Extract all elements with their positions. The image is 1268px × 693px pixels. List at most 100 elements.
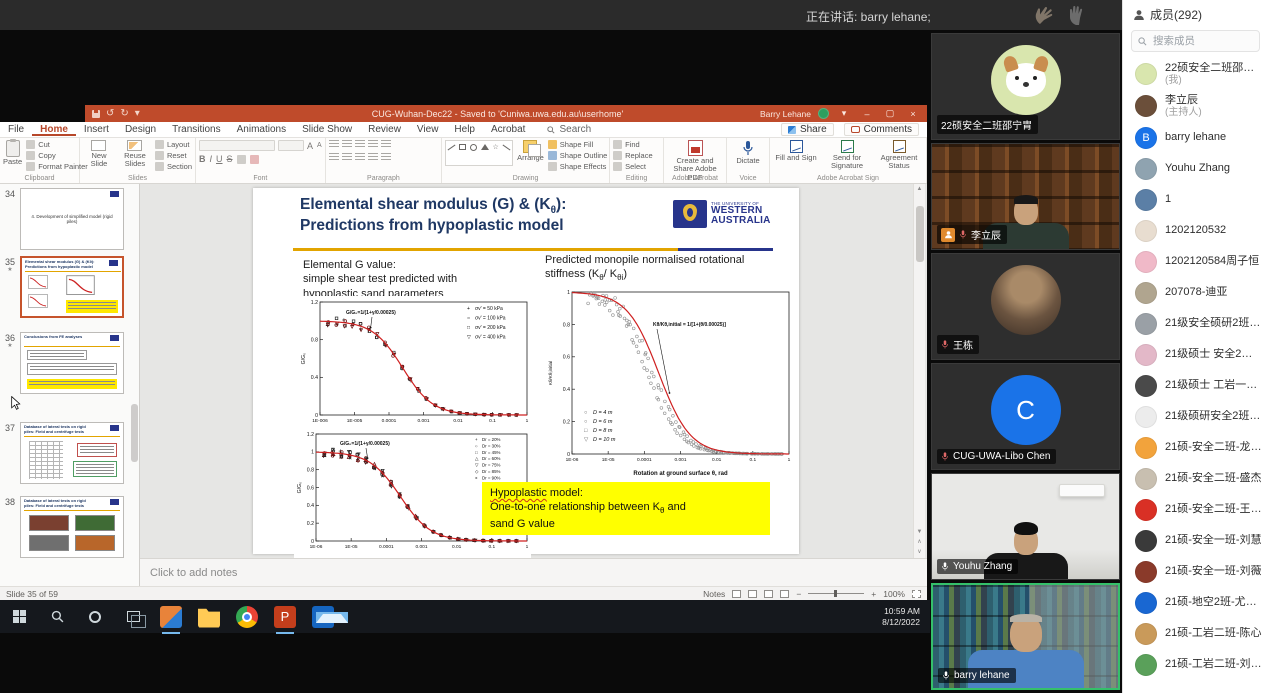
previous-slide-button[interactable]: ∧ bbox=[917, 538, 921, 545]
thumbnail-row-35[interactable]: 35★Elemental shear modulus (G) & (Kθ): P… bbox=[0, 256, 124, 318]
canvas-scrollbar[interactable]: ▲ ▼ ∧ ∨ bbox=[913, 184, 925, 558]
align-left-icon[interactable] bbox=[329, 153, 339, 161]
decrease-indent-icon[interactable] bbox=[355, 140, 365, 148]
align-right-icon[interactable] bbox=[355, 153, 365, 161]
grow-font-button[interactable]: A bbox=[307, 141, 313, 151]
slide-thumbnail-35[interactable]: Elemental shear modulus (G) & (Kθ): Pred… bbox=[20, 256, 124, 318]
reuse-slides-button[interactable]: Reuse Slides bbox=[119, 140, 151, 168]
taskbar-app-chrome[interactable] bbox=[228, 600, 266, 633]
character-spacing-icon[interactable] bbox=[237, 155, 246, 164]
send-for-signature-button[interactable]: Send for Signature bbox=[823, 140, 871, 171]
tab-view[interactable]: View bbox=[409, 123, 447, 136]
slide-thumbnail-34[interactable]: 4. Development of simplified model (rigi… bbox=[20, 188, 124, 250]
bold-button[interactable]: B bbox=[199, 154, 206, 164]
scroll-up-icon[interactable]: ▲ bbox=[917, 186, 923, 192]
user-avatar[interactable] bbox=[818, 108, 829, 119]
shrink-font-button[interactable]: A bbox=[317, 142, 322, 149]
tab-animations[interactable]: Animations bbox=[229, 123, 294, 136]
member-row-14[interactable]: 21硕-安全二班-王昌昊 bbox=[1123, 494, 1268, 525]
undo-icon[interactable]: ↺ bbox=[106, 108, 114, 119]
member-row-10[interactable]: 21级硕士 工岩一班张依杰 bbox=[1123, 370, 1268, 401]
paste-button[interactable]: Paste bbox=[3, 140, 22, 166]
shape-outline-button[interactable]: Shape Outline bbox=[548, 151, 608, 160]
italic-button[interactable]: I bbox=[210, 154, 213, 164]
tab-home[interactable]: Home bbox=[32, 123, 76, 136]
member-row-1[interactable]: 李立辰(主持人) bbox=[1123, 90, 1268, 122]
normal-view-button[interactable] bbox=[732, 590, 741, 598]
underline-button[interactable]: U bbox=[216, 154, 223, 164]
notes-pane[interactable]: Click to add notes bbox=[140, 558, 927, 586]
tab-transitions[interactable]: Transitions bbox=[164, 123, 229, 136]
zoom-slider[interactable] bbox=[808, 593, 864, 594]
columns-icon[interactable] bbox=[381, 153, 391, 161]
member-row-9[interactable]: 21级硕士 安全2班 姚瑞 bbox=[1123, 339, 1268, 370]
select-button[interactable]: Select bbox=[613, 162, 653, 171]
tab-help[interactable]: Help bbox=[446, 123, 483, 136]
agreement-status-button[interactable]: Agreement Status bbox=[875, 140, 923, 171]
zoom-level[interactable]: 100% bbox=[883, 589, 905, 599]
qat-caret-icon[interactable]: ▾ bbox=[135, 108, 140, 119]
member-row-7[interactable]: 207078-迪亚 bbox=[1123, 277, 1268, 308]
numbering-icon[interactable] bbox=[342, 140, 352, 148]
ribbon-search[interactable]: Search bbox=[547, 124, 591, 135]
member-row-5[interactable]: 1202120532 bbox=[1123, 215, 1268, 246]
thumbnail-row-36[interactable]: 36★Conclusions from FE analyses bbox=[0, 332, 124, 394]
taskbar-clock[interactable]: 10:59 AM 8/12/2022 bbox=[882, 606, 930, 627]
align-center-icon[interactable] bbox=[342, 153, 352, 161]
member-row-8[interactable]: 21级安全硕研2班代维 bbox=[1123, 308, 1268, 339]
video-tile-5[interactable]: barry lehane bbox=[931, 583, 1120, 690]
font-color-icon[interactable] bbox=[250, 155, 259, 164]
task-view-button[interactable] bbox=[114, 600, 152, 633]
video-tile-4[interactable]: Youhu Zhang bbox=[931, 473, 1120, 580]
dictate-button[interactable]: Dictate bbox=[730, 140, 766, 165]
start-button[interactable] bbox=[0, 600, 38, 633]
slide-thumbnail-37[interactable]: Database of lateral tests on rigid piles… bbox=[20, 422, 124, 484]
reset-button[interactable]: Reset bbox=[155, 151, 192, 160]
line-spacing-icon[interactable] bbox=[381, 140, 391, 148]
member-row-2[interactable]: Bbarry lehane bbox=[1123, 122, 1268, 153]
zoom-out-button[interactable]: − bbox=[796, 589, 801, 599]
zoom-in-button[interactable]: + bbox=[871, 589, 876, 599]
member-row-13[interactable]: 21硕-安全二班-盛杰 bbox=[1123, 463, 1268, 494]
replace-button[interactable]: Replace bbox=[613, 151, 653, 160]
video-tile-2[interactable]: 王栋 bbox=[931, 253, 1120, 360]
member-row-18[interactable]: 21硕-工岩二班-陈心 bbox=[1123, 618, 1268, 649]
redo-icon[interactable]: ↻ bbox=[120, 108, 128, 119]
section-button[interactable]: Section bbox=[155, 162, 192, 171]
slide-sorter-view-button[interactable] bbox=[748, 590, 757, 598]
increase-indent-icon[interactable] bbox=[368, 140, 378, 148]
taskbar-app-powerpoint[interactable]: P bbox=[266, 600, 304, 633]
fill-and-sign-button[interactable]: Fill and Sign bbox=[773, 140, 819, 162]
thumbnail-row-37[interactable]: 37Database of lateral tests on rigid pil… bbox=[0, 422, 124, 484]
member-search-input[interactable] bbox=[1151, 34, 1251, 48]
strikethrough-button[interactable]: S bbox=[227, 154, 233, 164]
bullets-icon[interactable] bbox=[329, 140, 339, 148]
thumbnail-row-38[interactable]: 38Database of lateral tests on rigid pil… bbox=[0, 496, 124, 558]
format-painter-button[interactable]: Format Painter bbox=[26, 162, 88, 171]
layout-button[interactable]: Layout bbox=[155, 140, 192, 149]
slide-thumbnail-36[interactable]: Conclusions from FE analyses bbox=[20, 332, 124, 394]
cut-button[interactable]: Cut bbox=[26, 140, 88, 149]
slide-canvas[interactable]: Elemental shear modulus (G) & (Kθ): Pred… bbox=[253, 188, 799, 554]
member-row-19[interactable]: 21硕-工岩二班-刘金阳 bbox=[1123, 649, 1268, 680]
restore-button[interactable]: ▢ bbox=[882, 108, 898, 119]
tab-slide-show[interactable]: Slide Show bbox=[294, 123, 360, 136]
slide-thumbnail-38[interactable]: Database of lateral tests on rigid piles… bbox=[20, 496, 124, 558]
notes-toggle-button[interactable]: Notes bbox=[703, 589, 725, 599]
shapes-gallery[interactable]: ☆ bbox=[445, 140, 513, 166]
tab-insert[interactable]: Insert bbox=[76, 123, 117, 136]
close-button[interactable]: × bbox=[905, 109, 921, 119]
reading-view-button[interactable] bbox=[764, 590, 773, 598]
ribbon-display-button[interactable]: ▾ bbox=[836, 108, 852, 119]
next-slide-button[interactable]: ∨ bbox=[917, 548, 921, 555]
taskbar-app-explorer[interactable] bbox=[190, 600, 228, 633]
member-row-16[interactable]: 21硕-安全一班-刘薇 bbox=[1123, 556, 1268, 587]
member-row-12[interactable]: 21硕-安全二班-龙镜元 bbox=[1123, 432, 1268, 463]
tab-file[interactable]: File bbox=[0, 123, 32, 136]
scroll-down-icon[interactable]: ▼ bbox=[917, 529, 923, 535]
fit-to-window-button[interactable] bbox=[912, 590, 921, 598]
shape-effects-button[interactable]: Shape Effects bbox=[548, 162, 608, 171]
shape-fill-button[interactable]: Shape Fill bbox=[548, 140, 608, 149]
copy-button[interactable]: Copy bbox=[26, 151, 88, 160]
share-button[interactable]: Share bbox=[781, 123, 834, 136]
